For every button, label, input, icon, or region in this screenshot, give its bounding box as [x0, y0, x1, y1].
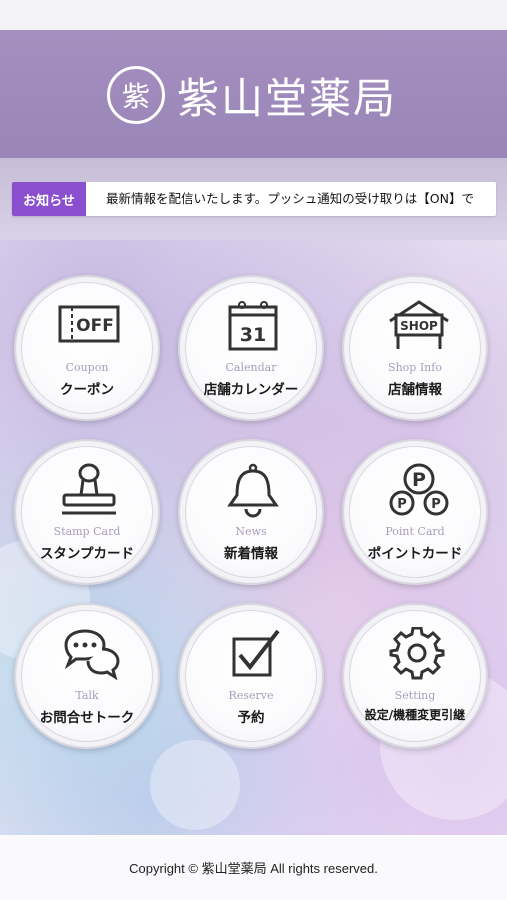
- svg-text:SHOP: SHOP: [400, 319, 438, 333]
- coupon-label: クーポン: [60, 382, 114, 398]
- logo-mark: 紫: [107, 66, 165, 124]
- status-bar: [0, 0, 507, 30]
- talk-label-en: Talk: [75, 689, 99, 702]
- setting-button[interactable]: Setting 設定/機種変更引継: [342, 603, 488, 749]
- talk-label: お問合せトーク: [39, 710, 135, 726]
- talk-button[interactable]: Talk お問合せトーク: [14, 603, 160, 749]
- coupon-label-en: Coupon: [65, 361, 109, 374]
- news-label: お知らせ: [12, 182, 86, 216]
- shop-info-button[interactable]: SHOP Shop Info 店舗情報: [342, 275, 488, 421]
- svg-text:P: P: [431, 497, 441, 512]
- bell-icon: [227, 463, 279, 518]
- points-icon: P P P: [389, 463, 449, 516]
- svg-text:31: 31: [240, 324, 266, 346]
- reserve-button[interactable]: Reserve 予約: [178, 603, 324, 749]
- copyright-text: Copyright © 紫山堂薬局 All rights reserved.: [129, 861, 378, 876]
- app-header: 紫 紫山堂薬局: [0, 30, 507, 159]
- calendar-label-en: Calendar: [225, 361, 277, 374]
- calendar-label: 店舗カレンダー: [203, 382, 299, 398]
- chat-icon: [64, 629, 120, 681]
- stamp-card-label: スタンプカード: [39, 546, 135, 562]
- stamp-card-button[interactable]: Stamp Card スタンプカード: [14, 439, 160, 585]
- shop-icon: SHOP: [389, 300, 449, 349]
- setting-label: 設定/機種変更引継: [364, 708, 466, 722]
- svg-text:OFF: OFF: [76, 316, 114, 336]
- point-card-label-en: Point Card: [385, 525, 445, 538]
- bokeh-decoration: [150, 740, 240, 830]
- stamp-icon: [62, 463, 116, 515]
- app-logo: 紫 紫山堂薬局: [107, 63, 407, 127]
- coupon-off-icon: OFF: [58, 305, 120, 343]
- news-text: 最新情報を配信いたします。プッシュ通知の受け取りは【ON】で: [106, 191, 474, 206]
- news-label-ja: 新着情報: [224, 546, 278, 562]
- news-ticker[interactable]: お知らせ 最新情報を配信いたします。プッシュ通知の受け取りは【ON】で: [12, 182, 496, 216]
- app-title: 紫山堂薬局: [177, 73, 398, 123]
- checkbox-icon: [232, 629, 280, 677]
- stamp-card-label-en: Stamp Card: [53, 525, 121, 538]
- news-button[interactable]: News 新着情報: [178, 439, 324, 585]
- point-card-button[interactable]: P P P Point Card ポイントカード: [342, 439, 488, 585]
- calendar-icon: 31: [228, 301, 278, 351]
- gear-icon: [389, 627, 445, 680]
- reserve-label: 予約: [237, 710, 265, 726]
- calendar-button[interactable]: 31 Calendar 店舗カレンダー: [178, 275, 324, 421]
- reserve-label-en: Reserve: [228, 689, 274, 702]
- setting-label-en: Setting: [394, 689, 436, 702]
- news-label-en: News: [235, 525, 267, 538]
- menu-area: OFF Coupon クーポン 31 Calendar 店舗カレンダー SHOP…: [0, 240, 507, 835]
- shop-info-label-en: Shop Info: [388, 361, 442, 374]
- svg-text:P: P: [412, 469, 426, 491]
- footer: Copyright © 紫山堂薬局 All rights reserved.: [0, 835, 507, 900]
- shop-info-label: 店舗情報: [388, 382, 442, 398]
- svg-text:P: P: [397, 497, 407, 512]
- news-bar: お知らせ 最新情報を配信いたします。プッシュ通知の受け取りは【ON】で: [0, 158, 507, 240]
- point-card-label: ポイントカード: [367, 546, 463, 562]
- coupon-button[interactable]: OFF Coupon クーポン: [14, 275, 160, 421]
